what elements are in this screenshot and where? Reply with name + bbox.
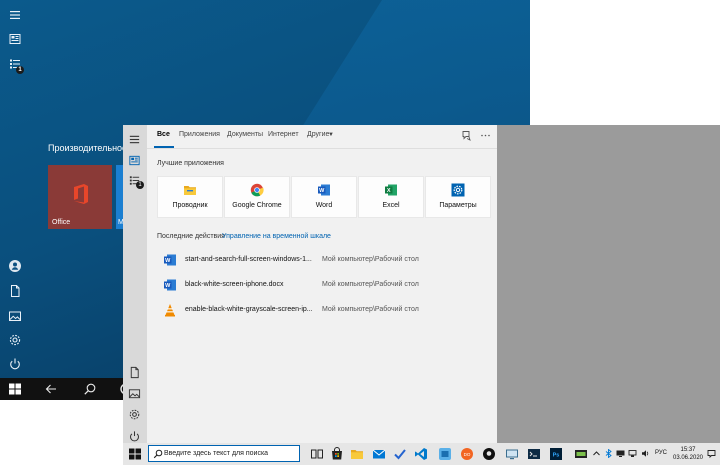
svg-text:DO: DO <box>464 452 471 457</box>
tab-web[interactable]: Интернет <box>268 131 299 138</box>
recent-activity-title: Последние действия <box>157 233 225 240</box>
windows-start-icon[interactable] <box>8 382 22 396</box>
top-apps-title: Лучшие приложения <box>157 160 224 167</box>
recent-item[interactable]: enable-black-white-grayscale-screen-ip..… <box>155 299 491 321</box>
power-icon[interactable] <box>8 357 22 371</box>
timeline-manage-link[interactable]: Управление на временной шкале <box>222 233 331 240</box>
display-tray-icon[interactable] <box>616 449 625 458</box>
input-language-indicator[interactable]: РУС <box>655 450 667 456</box>
app-tile-label: Word <box>315 202 333 209</box>
search-input[interactable] <box>164 447 294 460</box>
settings-gear-icon[interactable] <box>128 408 141 421</box>
app-tile-label: Параметры <box>439 202 477 209</box>
pictures-icon[interactable] <box>128 387 141 400</box>
svg-text:Ps: Ps <box>553 452 560 458</box>
back-arrow-icon[interactable] <box>44 382 58 396</box>
taskbar-search-box[interactable] <box>148 445 300 462</box>
start-rail: 1 <box>0 0 30 378</box>
photoshop-icon[interactable]: Ps <box>549 447 563 461</box>
svg-text:W: W <box>165 258 171 264</box>
office-tile[interactable]: Office <box>48 165 112 229</box>
svg-text:W: W <box>319 188 325 194</box>
app-tile-label: Google Chrome <box>232 202 282 209</box>
recent-item-name: start-and-search-full-screen-windows-1..… <box>185 256 312 263</box>
search-tabs: Все Приложения Документы Интернет Другие… <box>147 125 497 149</box>
system-clock[interactable]: 15:37 03.06.2020 <box>671 446 705 462</box>
github-icon[interactable] <box>482 447 496 461</box>
svg-text:X: X <box>387 188 391 194</box>
recent-item[interactable]: W start-and-search-full-screen-windows-1… <box>155 249 491 271</box>
vscode-icon[interactable] <box>414 447 428 461</box>
file-explorer-icon <box>183 183 197 197</box>
app-tile-label: Проводник <box>172 202 208 209</box>
recent-item-path: Мой компьютер\Рабочий стол <box>322 256 419 263</box>
search-panel: Все Приложения Документы Интернет Другие… <box>147 125 497 443</box>
remote-desktop-icon[interactable] <box>505 447 519 461</box>
pinned-tiles-icon[interactable] <box>128 154 141 167</box>
tab-apps[interactable]: Приложения <box>179 131 220 138</box>
user-account-icon[interactable] <box>8 259 22 273</box>
app-tile-explorer[interactable]: Проводник <box>157 176 223 218</box>
documents-icon[interactable] <box>8 284 22 298</box>
search-icon[interactable] <box>83 382 97 396</box>
notification-badge: 1 <box>16 66 24 74</box>
recent-item-name: enable-black-white-grayscale-screen-ip..… <box>185 306 313 313</box>
todo-check-icon[interactable] <box>393 447 407 461</box>
hamburger-menu-icon[interactable] <box>128 133 141 146</box>
recent-item-path: Мой компьютер\Рабочий стол <box>322 306 419 313</box>
office-icon <box>72 183 90 205</box>
tab-documents[interactable]: Документы <box>227 131 263 138</box>
store-icon[interactable] <box>330 447 344 461</box>
search-icon <box>153 449 163 459</box>
tabs-divider <box>147 148 497 149</box>
chevron-down-icon[interactable]: ▼ <box>328 132 334 138</box>
notifications-icon[interactable] <box>707 449 716 458</box>
vlc-icon <box>163 303 177 317</box>
office-tile-label: Office <box>52 219 71 226</box>
pictures-icon[interactable] <box>8 309 22 323</box>
app-tile-word[interactable]: W Word <box>291 176 357 218</box>
terminal-icon[interactable] <box>527 447 541 461</box>
chrome-icon <box>250 183 264 197</box>
taskbar: DO Ps РУС 15:37 03.06.2020 <box>123 443 720 465</box>
documents-icon[interactable] <box>128 366 141 379</box>
windows-start-icon[interactable] <box>128 447 142 461</box>
search-panel-rail: 1 <box>123 125 147 443</box>
recent-item-name: black-white-screen-iphone.docx <box>185 281 284 288</box>
network-icon[interactable] <box>628 449 637 458</box>
file-explorer-taskbar-icon[interactable] <box>350 447 364 461</box>
pinned-tiles-icon[interactable] <box>8 32 22 46</box>
app-tile-label: Excel <box>382 202 400 209</box>
clock-date: 03.06.2020 <box>672 455 704 461</box>
word-doc-icon: W <box>163 253 177 267</box>
recent-item-path: Мой компьютер\Рабочий стол <box>322 281 419 288</box>
chevron-up-icon[interactable] <box>592 449 601 458</box>
power-icon[interactable] <box>128 430 141 443</box>
app-tile-excel[interactable]: X Excel <box>358 176 424 218</box>
settings-gear-icon[interactable] <box>8 333 22 347</box>
volume-icon[interactable] <box>641 449 650 458</box>
excel-icon: X <box>384 183 398 197</box>
word-icon: W <box>317 183 331 197</box>
word-taskbar-icon[interactable] <box>438 447 452 461</box>
settings-icon <box>451 183 465 197</box>
mail-taskbar-icon[interactable] <box>372 447 386 461</box>
app-tile-settings[interactable]: Параметры <box>425 176 491 218</box>
app-tile-chrome[interactable]: Google Chrome <box>224 176 290 218</box>
feedback-icon[interactable] <box>461 130 472 141</box>
kb-app-icon[interactable]: DO <box>460 447 474 461</box>
tab-all[interactable]: Все <box>157 131 170 138</box>
recent-item[interactable]: W black-white-screen-iphone.docx Мой ком… <box>155 274 491 296</box>
hamburger-menu-icon[interactable] <box>8 8 22 22</box>
clock-time: 15:37 <box>680 447 696 453</box>
word-doc-icon: W <box>163 278 177 292</box>
more-options-icon[interactable] <box>480 130 491 141</box>
notification-badge: 1 <box>136 181 144 189</box>
monitor-app-icon[interactable] <box>574 447 588 461</box>
tab-more[interactable]: Другие <box>307 131 329 138</box>
bluetooth-icon[interactable] <box>604 449 613 458</box>
svg-text:W: W <box>165 283 171 289</box>
task-view-icon[interactable] <box>310 447 324 461</box>
